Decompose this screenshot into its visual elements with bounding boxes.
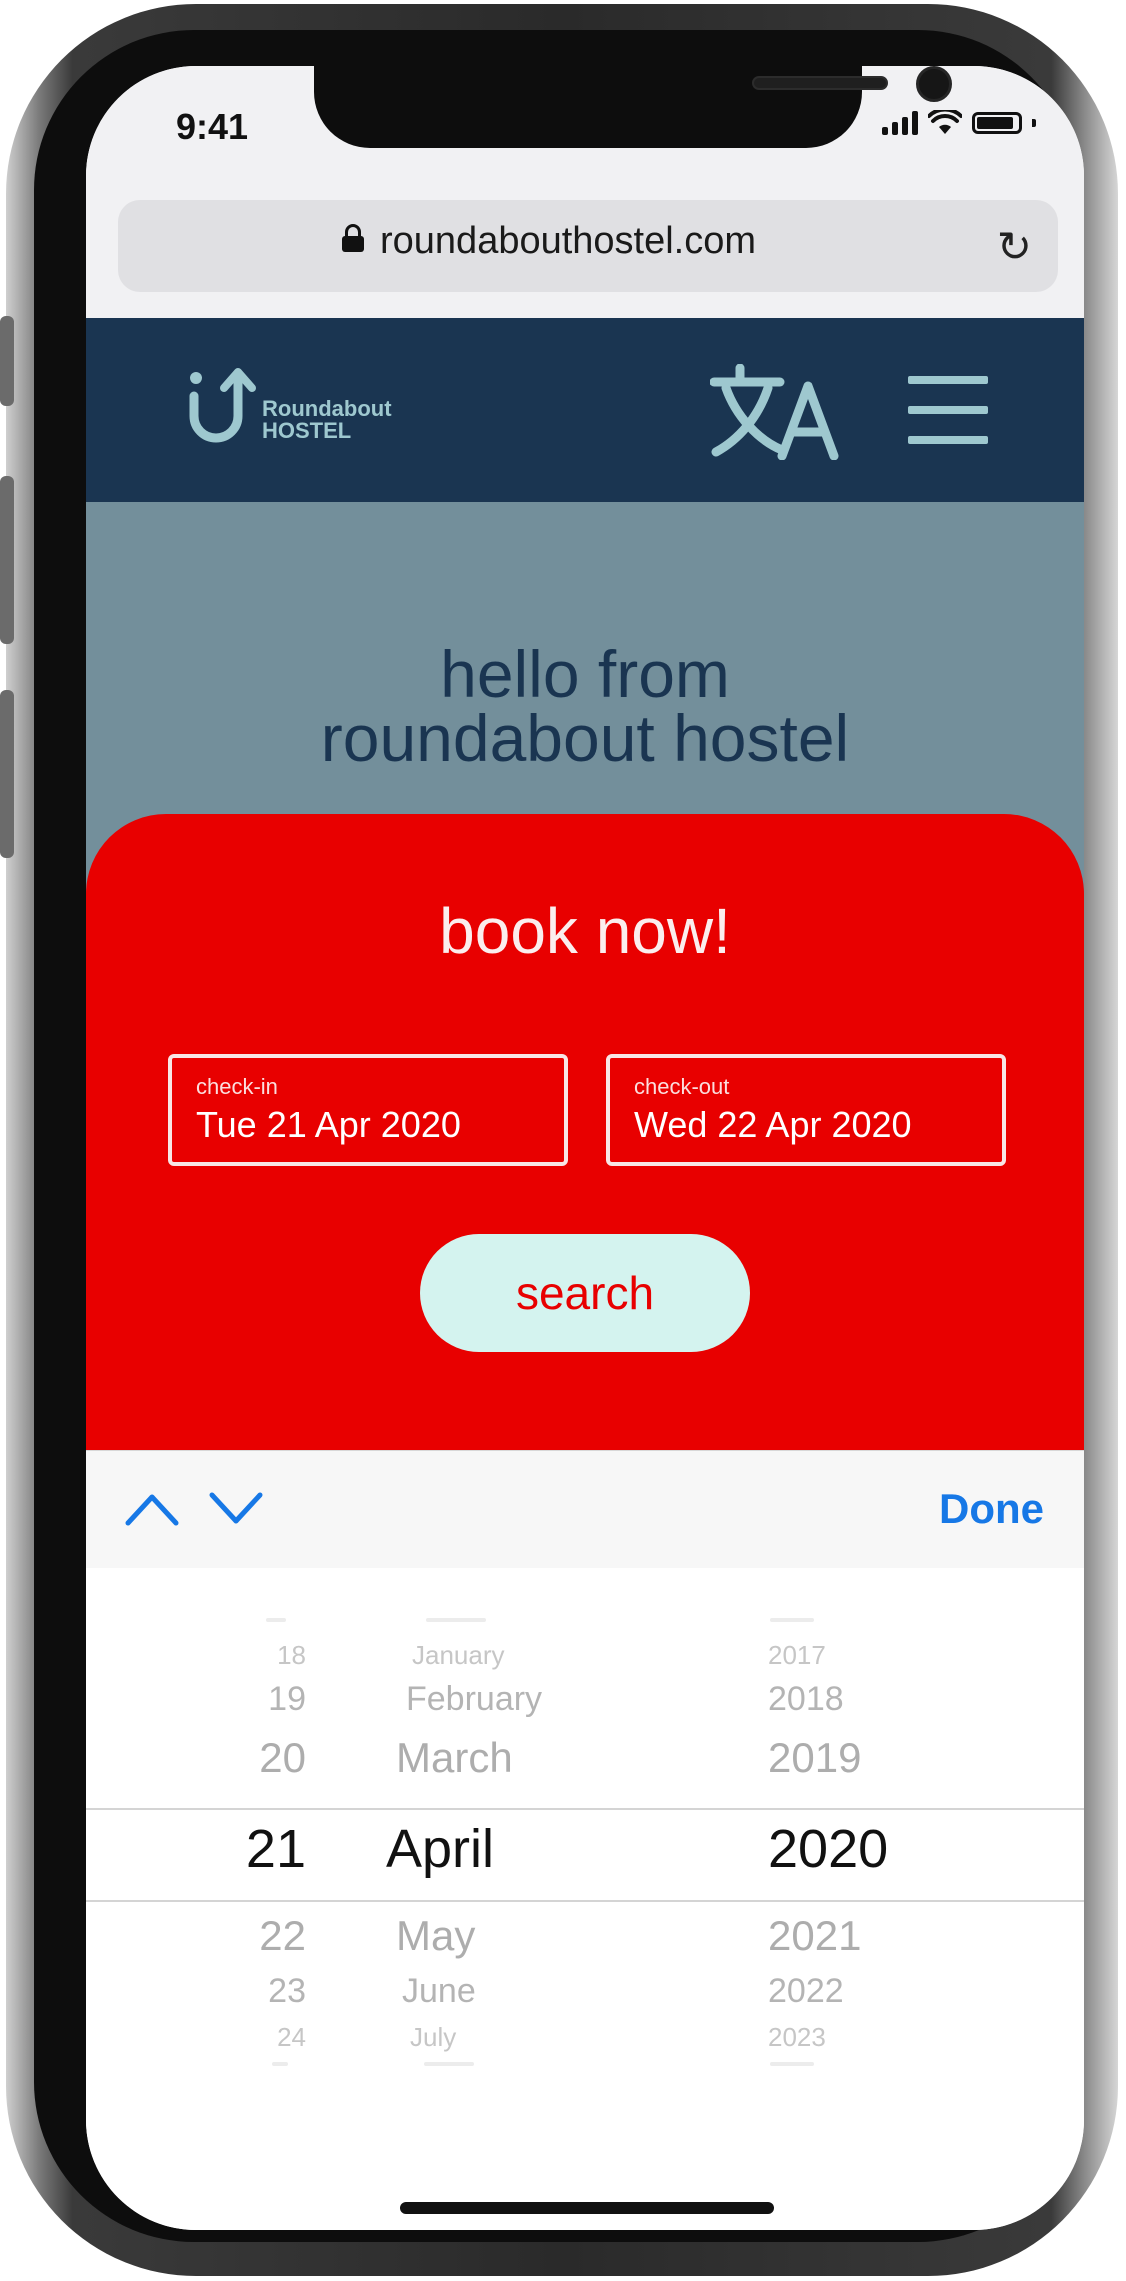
month-option[interactable]: May [396,1912,475,1960]
cellular-signal-icon [882,111,918,135]
mute-switch [0,316,14,406]
hero-title-line1: hello from [440,637,730,711]
volume-down-button [0,690,14,858]
month-option[interactable]: February [406,1680,542,1719]
month-option[interactable]: March [396,1734,513,1782]
lock-icon [342,224,364,252]
status-icons [882,110,1036,136]
date-picker[interactable]: 18 19 20 21 22 23 24 January February Ma… [86,1568,1084,2230]
year-option[interactable]: 2019 [768,1734,861,1782]
logo-text: Roundabout HOSTEL [262,398,392,442]
hamburger-menu-icon[interactable] [908,376,988,450]
year-option[interactable]: 2023 [768,2022,826,2053]
chevron-up-icon[interactable] [124,1489,180,1529]
status-time: 9:41 [176,106,249,147]
year-option[interactable]: 2018 [768,1680,844,1719]
month-option[interactable]: June [402,1972,476,2011]
done-button[interactable]: Done [939,1485,1044,1533]
search-button[interactable]: search [420,1234,750,1352]
address-bar[interactable]: roundabouthostel.com ↻ [118,200,1058,292]
home-indicator[interactable] [400,2202,774,2214]
chevron-down-icon[interactable] [208,1489,264,1529]
logo-text-line1: Roundabout [262,396,392,421]
site-logo[interactable]: Roundabout HOSTEL [186,358,446,458]
checkout-field[interactable]: check-out Wed 22 Apr 2020 [606,1054,1006,1166]
checkin-field[interactable]: check-in Tue 21 Apr 2020 [168,1054,568,1166]
checkin-value: Tue 21 Apr 2020 [196,1104,461,1145]
roundabout-logo-icon [189,368,256,443]
day-option[interactable]: 24 [277,2022,306,2053]
hero-title-line2: roundabout hostel [320,701,850,775]
volume-up-button [0,476,14,644]
booking-title: book now! [439,895,731,967]
hero-title: hello from roundabout hostel [86,637,1084,775]
year-option[interactable]: 2022 [768,1972,844,2011]
checkin-label: check-in [196,1074,278,1099]
checkout-label: check-out [634,1074,730,1099]
picker-faded-row-top [86,1618,1084,1632]
checkout-value: Wed 22 Apr 2020 [634,1104,912,1145]
picker-faded-row-bottom [86,2062,1084,2076]
day-option[interactable]: 23 [268,1972,306,2011]
month-option[interactable]: July [410,2022,456,2053]
day-option-selected[interactable]: 21 [246,1818,306,1880]
reload-icon[interactable]: ↻ [997,222,1032,271]
battery-tip [1032,119,1036,127]
wifi-icon [928,110,962,134]
battery-icon [972,112,1022,134]
phone-screen: 9:41 roundabouthostel.com ↻ Roundabout H… [86,66,1084,2230]
logo-text-line2: HOSTEL [262,418,352,443]
day-option[interactable]: 20 [259,1734,306,1782]
year-option-selected[interactable]: 2020 [768,1818,888,1880]
day-option[interactable]: 22 [259,1912,306,1960]
booking-panel: book now! check-in Tue 21 Apr 2020 check… [86,814,1084,1514]
day-option[interactable]: 18 [277,1640,306,1671]
day-option[interactable]: 19 [268,1680,306,1719]
month-option[interactable]: January [412,1640,505,1671]
selection-line-top [86,1808,1084,1810]
month-option-selected[interactable]: April [386,1818,494,1880]
notch [314,66,952,148]
year-option[interactable]: 2021 [768,1912,861,1960]
url-text: roundabouthostel.com [380,220,757,262]
translate-icon[interactable] [710,364,850,460]
year-option[interactable]: 2017 [768,1640,826,1671]
speaker-grille [752,76,888,90]
site-header: Roundabout HOSTEL [86,318,1084,502]
selection-line-bottom [86,1900,1084,1902]
front-camera [916,66,952,102]
picker-toolbar: Done [86,1450,1084,1568]
